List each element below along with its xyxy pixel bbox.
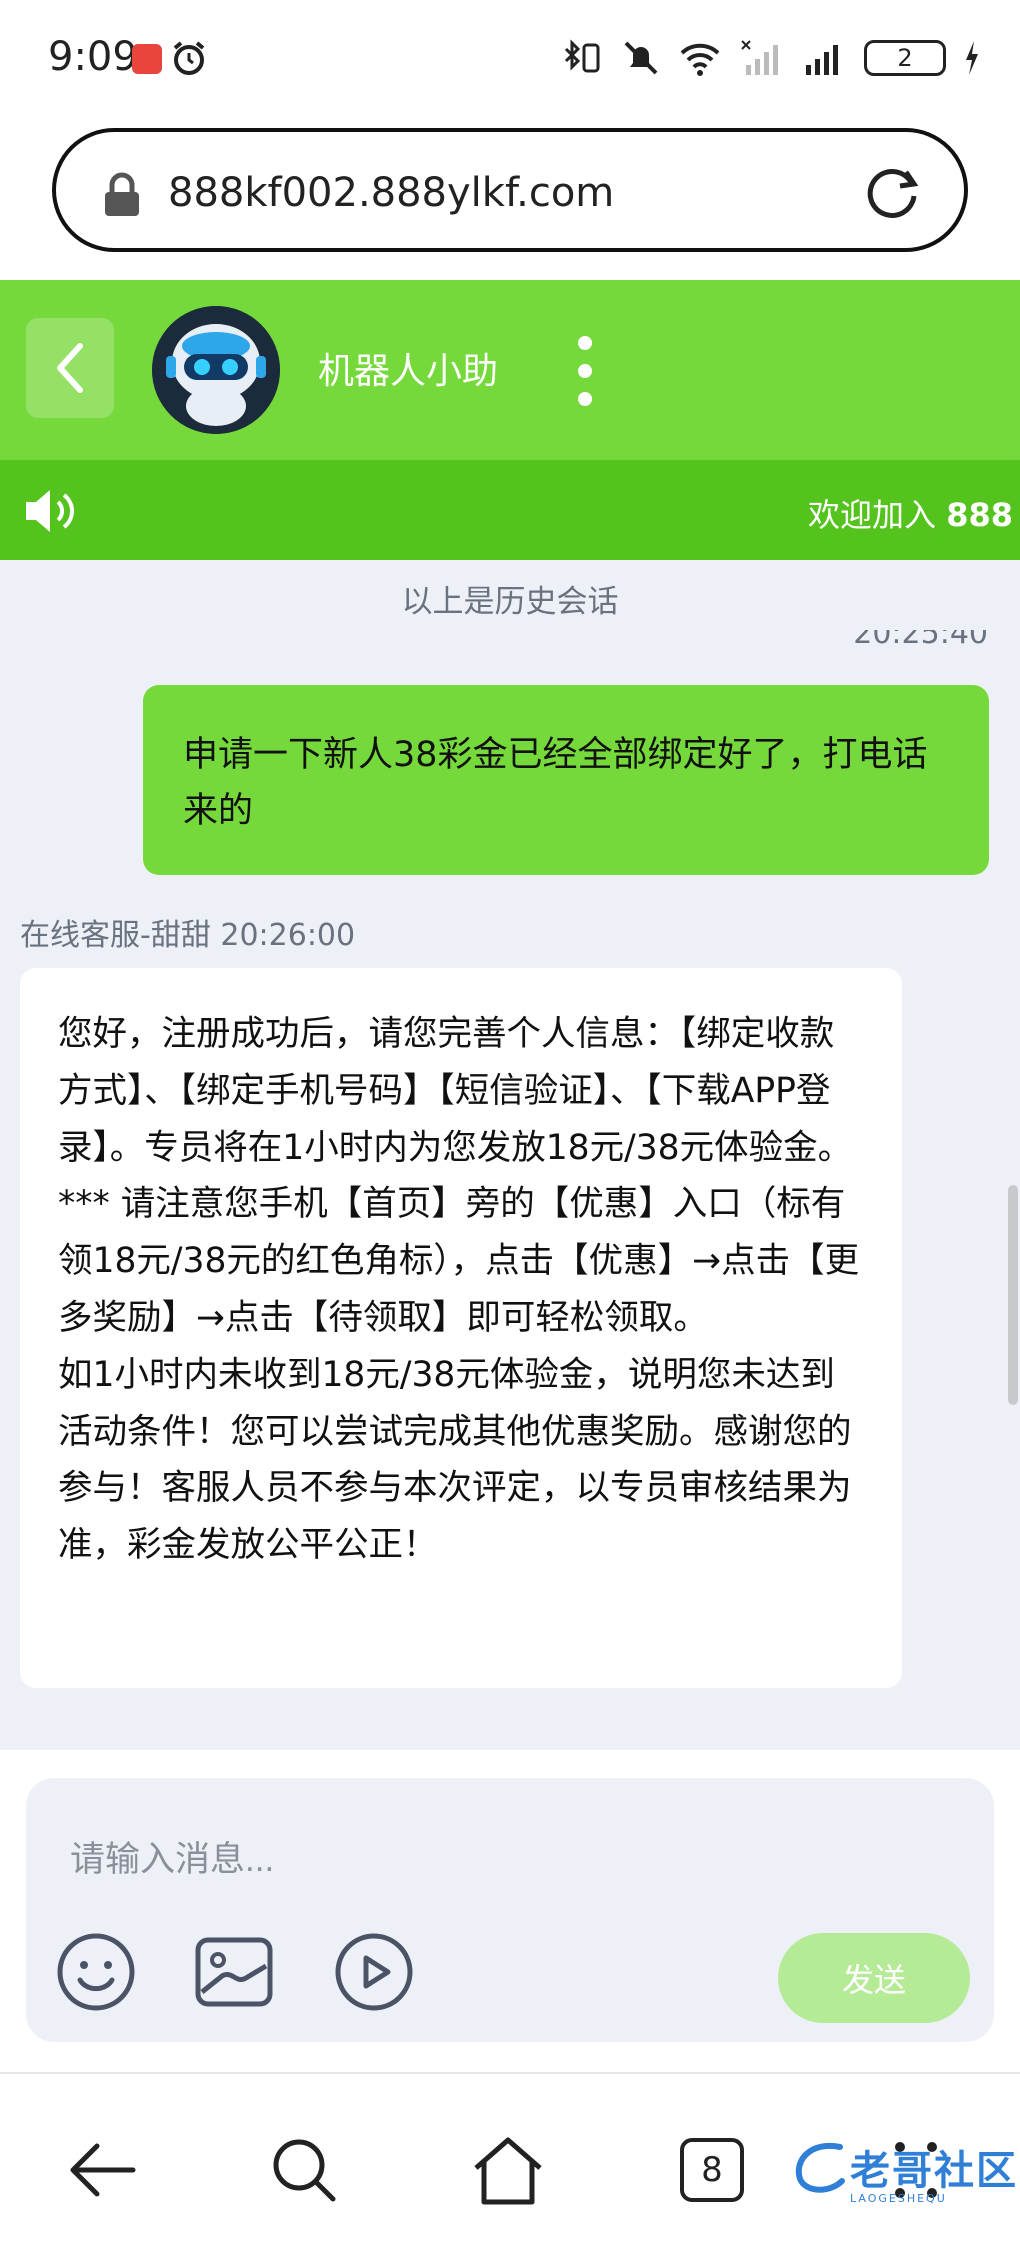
battery-indicator: 2 — [864, 40, 946, 76]
nav-home-button[interactable] — [468, 2130, 548, 2210]
robot-icon — [152, 306, 280, 434]
message-composer: 发送 — [26, 1778, 994, 2042]
history-divider: 以上是历史会话 — [401, 584, 619, 620]
more-dot-icon — [578, 364, 592, 378]
more-dot-icon — [578, 336, 592, 350]
speaker-icon — [26, 490, 74, 532]
announcement-highlight: 888 — [946, 496, 1013, 534]
status-bar: 9:09 2 — [0, 0, 1020, 120]
reload-icon[interactable] — [860, 160, 924, 224]
agent-message-bubble: 您好，注册成功后，请您完善个人信息：【绑定收款方式】、【绑定手机号码】【短信验证… — [20, 968, 902, 1688]
send-button[interactable]: 发送 — [778, 1933, 970, 2023]
back-button[interactable] — [26, 318, 114, 418]
home-icon — [474, 2137, 542, 2205]
chevron-left-icon — [57, 343, 83, 393]
watermark-text: 老哥社区 — [850, 2148, 1018, 2194]
charging-icon — [966, 41, 978, 75]
announcement-bar: 欢迎加入 888 — [0, 460, 1020, 560]
mute-icon — [624, 41, 658, 75]
dragon-logo-icon — [795, 2142, 845, 2193]
watermark-logo: 老哥社区 LAOGESHEQU — [790, 2132, 1018, 2205]
chat-messages[interactable]: 以上是历史会话 20:25:40 申请一下新人38彩金已经全部绑定好了，打电话来… — [0, 560, 1020, 1750]
signal-weak-icon — [741, 40, 778, 75]
tab-count: 8 — [680, 2138, 744, 2202]
announcement-text: 欢迎加入 888 — [808, 490, 1013, 536]
scrollbar[interactable] — [1008, 1185, 1018, 1405]
message-input[interactable] — [70, 1830, 950, 1890]
wifi-icon — [680, 43, 720, 76]
shopping-app-icon — [132, 44, 162, 74]
more-dot-icon — [578, 392, 592, 406]
status-time: 9:09 — [48, 34, 138, 80]
chat-title: 机器人小助 — [318, 351, 499, 392]
more-options-button[interactable] — [570, 336, 600, 406]
arrow-left-icon — [70, 2143, 136, 2197]
video-play-icon[interactable] — [332, 1930, 416, 2014]
nav-back-button[interactable] — [62, 2130, 142, 2210]
robot-avatar[interactable] — [152, 306, 280, 434]
signal-icon — [806, 45, 838, 75]
url-text[interactable]: 888kf002.888ylkf.com — [168, 170, 614, 216]
lock-icon — [105, 172, 139, 216]
nav-search-button[interactable] — [264, 2130, 344, 2210]
chat-header: 机器人小助 — [0, 280, 1020, 460]
image-icon[interactable] — [192, 1930, 276, 2014]
nav-tabs-button[interactable]: 8 — [672, 2130, 752, 2210]
search-icon — [273, 2139, 336, 2202]
bluetooth-vibrate-icon — [564, 39, 600, 73]
announcement-prefix: 欢迎加入 — [808, 496, 947, 534]
message-timestamp: 20:25:40 — [853, 630, 988, 651]
alarm-icon — [173, 41, 205, 75]
watermark-subtext: LAOGESHEQU — [850, 2192, 947, 2205]
browser-bottom-nav: 8 老哥社区 LAOGESHEQU — [0, 2072, 1020, 2250]
address-bar[interactable]: 888kf002.888ylkf.com — [52, 128, 968, 252]
agent-sender-label: 在线客服-甜甜 20:26:00 — [20, 918, 356, 953]
user-message-bubble: 申请一下新人38彩金已经全部绑定好了，打电话来的 — [143, 685, 989, 875]
emoji-icon[interactable] — [54, 1930, 138, 2014]
status-icons: 2 — [560, 38, 980, 78]
